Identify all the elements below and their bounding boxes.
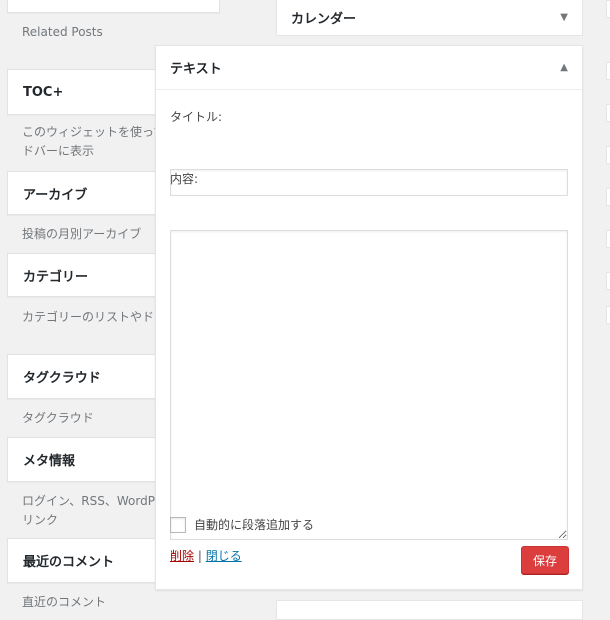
widget-desc-related-posts: Related Posts xyxy=(22,25,103,39)
sidebar-widget-next[interactable] xyxy=(276,600,583,620)
edge-panel xyxy=(606,306,610,324)
edge-panel xyxy=(606,104,610,122)
auto-paragraph-row[interactable]: 自動的に段落追加する xyxy=(170,516,314,533)
text-widget-panel: テキスト ▲ タイトル: 内容: 自動的に段落追加する 削除 | 閉じる 保存 xyxy=(155,45,583,590)
edge-panel xyxy=(606,0,610,18)
title-input[interactable] xyxy=(170,169,568,196)
content-textarea[interactable] xyxy=(170,230,568,540)
widget-desc-recent-comments: 直近のコメント xyxy=(22,595,107,609)
content-label: 内容: xyxy=(170,172,199,186)
widget-actions: 削除 | 閉じる xyxy=(170,547,242,564)
text-widget-header[interactable]: テキスト ▲ xyxy=(156,46,582,90)
sidebar-widget-calendar[interactable]: カレンダー ▼ xyxy=(276,0,583,36)
save-button[interactable]: 保存 xyxy=(521,546,569,574)
auto-paragraph-label: 自動的に段落追加する xyxy=(194,518,315,532)
widget-item-related-posts[interactable] xyxy=(7,0,220,13)
action-separator: | xyxy=(197,549,202,563)
title-label: タイトル: xyxy=(170,110,223,124)
edge-panel xyxy=(606,272,610,290)
edge-panel xyxy=(606,230,610,248)
edge-panel xyxy=(606,146,610,164)
calendar-widget-title: カレンダー xyxy=(291,12,357,27)
chevron-up-icon[interactable]: ▲ xyxy=(560,62,568,73)
edge-panel xyxy=(606,188,610,206)
text-widget-title: テキスト xyxy=(170,62,222,77)
auto-paragraph-checkbox[interactable] xyxy=(170,516,186,533)
chevron-down-icon[interactable]: ▼ xyxy=(560,12,568,23)
delete-link[interactable]: 削除 xyxy=(170,549,194,563)
close-link[interactable]: 閉じる xyxy=(206,549,242,563)
edge-panel xyxy=(606,62,610,80)
